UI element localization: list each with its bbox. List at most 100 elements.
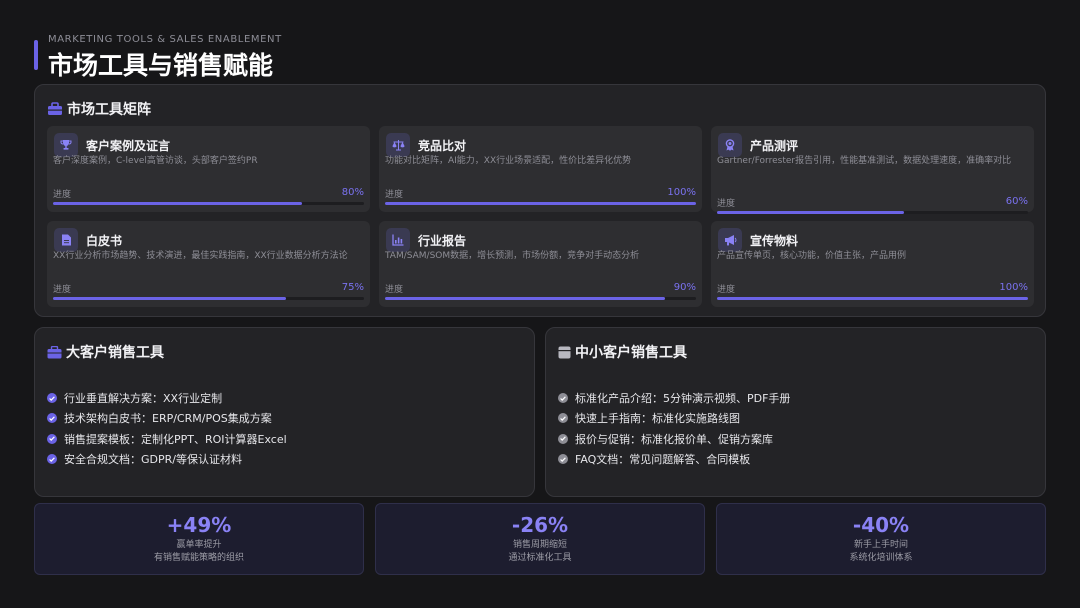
progress-label: 进度 (385, 190, 404, 200)
tool-list-item: FAQ文档：常见问题解答、合同模板 (558, 449, 790, 469)
tool-list-item: 行业垂直解决方案：XX行业定制 (47, 388, 287, 408)
card-description: 产品宣传单页，核心功能，价值主张，产品用例 (717, 251, 907, 261)
card-title: 宣传物料 (750, 233, 799, 248)
progress-value: 100% (667, 187, 696, 198)
tool-list-item: 安全合规文档：GDPR/等保认证材料 (47, 449, 287, 469)
smb-tools-title-text: 中小客户销售工具 (575, 345, 687, 361)
stat-value: -40% (852, 513, 910, 537)
progress-track (717, 297, 1028, 300)
card-title: 竞品比对 (418, 138, 467, 153)
toolbox-icon (48, 102, 62, 115)
progress-value: 100% (999, 282, 1028, 293)
tool-list-item: 报价与促销：标准化报价单、促销方案库 (558, 429, 790, 449)
tool-list-item: 技术架构白皮书：ERP/CRM/POS集成方案 (47, 408, 287, 428)
tool-card[interactable]: 竞品比对 功能对比矩阵，AI能力，XX行业场景适配，性价比差异化优势 进度 100% (379, 126, 702, 212)
progress-label: 进度 (385, 285, 404, 295)
tool-card[interactable]: 行业报告 TAM/SAM/SOM数据，增长预测，市场份额，竞争对手动态分析 进度 90… (379, 221, 702, 307)
progress-track (53, 202, 364, 205)
card-title: 行业报告 (418, 233, 467, 248)
tool-list-item: 快速上手指南：标准化实施路线图 (558, 408, 790, 428)
progress-label: 进度 (53, 285, 72, 295)
card-title: 白皮书 (86, 233, 123, 248)
stat-value: -26% (511, 513, 569, 537)
tool-card[interactable]: 白皮书 XX行业分析市场趋势、技术演进，最佳实践指南，XX行业数据分析方法论 进度 7… (47, 221, 370, 307)
card-header: 客户案例及证言 (54, 133, 170, 157)
stat-card: +49% 赢单率提升 有销售赋能策略的组织 (34, 503, 364, 575)
card-header: 产品测评 (718, 133, 798, 157)
enterprise-tools-panel: 大客户销售工具 行业垂直解决方案：XX行业定制技术架构白皮书：ERP/CRM/P… (34, 327, 535, 497)
check-circle-icon (558, 454, 568, 465)
progress-fill (385, 202, 696, 205)
check-circle-icon (47, 393, 57, 404)
stat-label: 新手上手时间 (853, 540, 908, 550)
megaphone-icon (718, 228, 742, 252)
smb-tools-title: 中小客户销售工具 (558, 342, 687, 362)
market-tools-panel: 市场工具矩阵 客户案例及证言客户深度案例，C-level高管访谈，头部客户签约P… (34, 84, 1046, 317)
tool-list-item-text: 销售提案模板：定制化PPT、ROI计算器Excel (64, 432, 287, 446)
card-title: 产品测评 (750, 138, 799, 153)
market-tools-title: 市场工具矩阵 (47, 99, 151, 119)
stat-card: -40% 新手上手时间 系统化培训体系 (716, 503, 1046, 575)
check-circle-icon (47, 454, 57, 465)
progress-fill (53, 202, 302, 205)
enterprise-tools-title-text: 大客户销售工具 (66, 345, 164, 361)
smb-tools-panel: 中小客户销售工具 标准化产品介绍：5分钟演示视频、PDF手册 快速上手指南：标准化… (545, 327, 1046, 497)
card-title: 客户案例及证言 (86, 138, 171, 153)
progress-label: 进度 (717, 199, 736, 209)
tool-list-item-text: 报价与促销：标准化报价单、促销方案库 (575, 432, 773, 446)
stat-sublabel: 有销售赋能策略的组织 (153, 553, 244, 563)
progress-value: 75% (341, 282, 364, 293)
progress-track (717, 211, 1028, 214)
tool-list-item-text: FAQ文档：常见问题解答、合同模板 (575, 453, 751, 467)
progress-track (385, 297, 696, 300)
page-subtitle: MARKETING TOOLS & SALES ENABLEMENT (48, 34, 282, 45)
stat-label: 赢单率提升 (176, 540, 222, 550)
progress-fill (385, 297, 665, 300)
briefcase-icon (47, 345, 62, 358)
check-circle-icon (558, 433, 568, 444)
card-description: Gartner/Forrester报告引用，性能基准测试，数据处理速度，准确率对… (717, 156, 1012, 166)
card-description: 客户深度案例，C-level高管访谈，头部客户签约PR (53, 156, 258, 166)
chart-icon (386, 228, 410, 252)
progress-value: 80% (341, 187, 364, 198)
tool-card[interactable]: 客户案例及证言 客户深度案例，C-level高管访谈，头部客户签约PR 进度 80% (47, 126, 370, 212)
tool-list-item-text: 快速上手指南：标准化实施路线图 (575, 412, 740, 426)
progress-fill (717, 211, 904, 214)
store-icon (558, 346, 571, 358)
tool-list-item-text: 安全合规文档：GDPR/等保认证材料 (64, 453, 242, 467)
tool-list-item: 销售提案模板：定制化PPT、ROI计算器Excel (47, 429, 287, 449)
stat-sublabel: 通过标准化工具 (508, 553, 572, 563)
progress-fill (53, 297, 287, 300)
tool-list-item-text: 标准化产品介绍：5分钟演示视频、PDF手册 (575, 392, 791, 406)
tool-card[interactable]: 宣传物料产品宣传单页，核心功能，价值主张，产品用例 进度 100% (711, 221, 1034, 307)
card-header: 白皮书 (54, 228, 122, 252)
tool-list-item: 标准化产品介绍：5分钟演示视频、PDF手册 (558, 388, 790, 408)
scale-icon (386, 133, 410, 157)
enterprise-tools-list: 行业垂直解决方案：XX行业定制技术架构白皮书：ERP/CRM/POS集成方案销售… (47, 388, 287, 469)
stat-label: 销售周期缩短 (512, 540, 567, 550)
document-icon (54, 228, 78, 252)
smb-tools-list: 标准化产品介绍：5分钟演示视频、PDF手册 快速上手指南：标准化实施路线图报价与促… (558, 388, 790, 469)
stat-card: -26% 销售周期缩短 通过标准化工具 (375, 503, 705, 575)
progress-value: 90% (673, 282, 696, 293)
progress-fill (717, 297, 1028, 300)
progress-track (53, 297, 364, 300)
stat-sublabel: 系统化培训体系 (849, 553, 913, 563)
enterprise-tools-title: 大客户销售工具 (47, 342, 164, 362)
progress-label: 进度 (717, 285, 736, 295)
tool-list-item-text: 行业垂直解决方案：XX行业定制 (64, 392, 223, 406)
check-circle-icon (47, 413, 57, 424)
card-description: TAM/SAM/SOM数据，增长预测，市场份额，竞争对手动态分析 (385, 251, 640, 261)
check-circle-icon (47, 433, 57, 444)
card-header: 行业报告 (386, 228, 466, 252)
tool-card[interactable]: 产品测评 Gartner/Forrester报告引用，性能基准测试，数据处理速度，… (711, 126, 1034, 214)
progress-track (385, 202, 696, 205)
card-header: 竞品比对 (386, 133, 466, 157)
page-title: 市场工具与销售赋能 (48, 51, 274, 80)
page-header: MARKETING TOOLS & SALES ENABLEMENT 市场工具与… (34, 34, 282, 82)
tool-list-item-text: 技术架构白皮书：ERP/CRM/POS集成方案 (64, 412, 272, 426)
award-icon (718, 133, 742, 157)
progress-value: 60% (1005, 196, 1028, 207)
card-header: 宣传物料 (718, 228, 798, 252)
title-accent-bar (34, 40, 38, 70)
